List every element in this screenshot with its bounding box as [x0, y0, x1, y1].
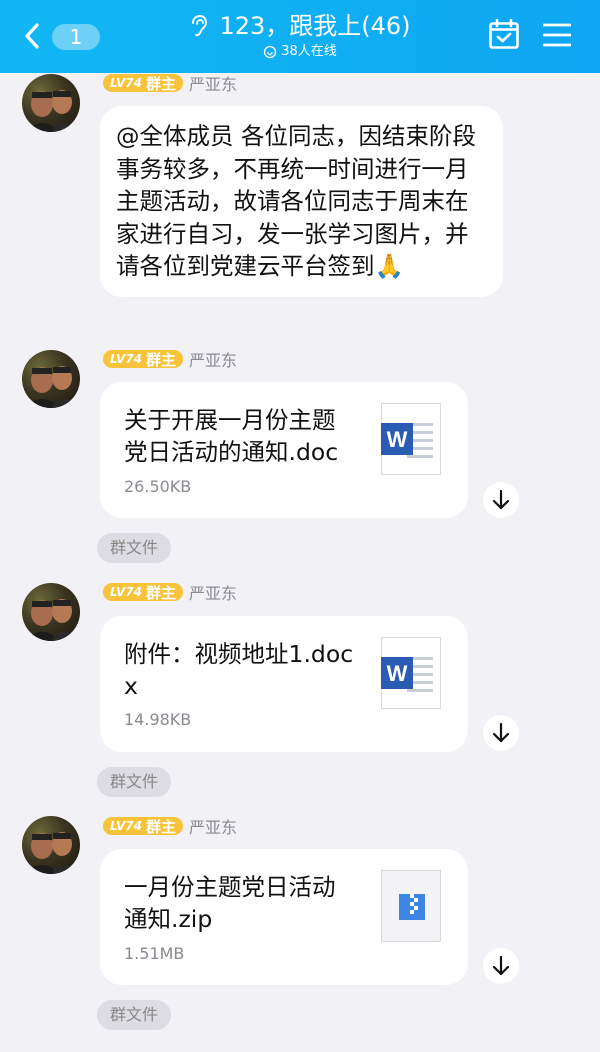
avatar[interactable] [22, 350, 80, 408]
file-size: 1.51MB [124, 944, 185, 963]
sender-name: 严亚东 [189, 584, 238, 603]
download-arrow-icon [492, 955, 510, 976]
download-button[interactable] [483, 482, 519, 518]
level-badge: LV74 群主 [103, 74, 183, 93]
group-file-tag[interactable]: 群文件 [97, 767, 172, 797]
file-name: 一月份主题党日活动通知.zip [124, 873, 336, 933]
ear-icon [192, 14, 208, 37]
menu-icon[interactable] [543, 22, 571, 48]
sender-name: 严亚东 [189, 351, 238, 370]
download-arrow-icon [492, 722, 510, 743]
online-status-icon [264, 45, 277, 59]
svg-text:W: W [387, 427, 408, 452]
file-name: 附件：视频地址1.docx [124, 640, 354, 700]
online-count: 38人在线 [281, 44, 337, 59]
avatar[interactable] [22, 583, 80, 641]
level-badge: LV74 群主 [103, 350, 183, 369]
download-button[interactable] [483, 948, 519, 984]
download-button[interactable] [483, 715, 519, 751]
file-bubble[interactable]: 附件：视频地址1.docx 14.98KB W [100, 616, 468, 752]
avatar[interactable] [22, 74, 80, 132]
zip-file-icon [381, 870, 441, 942]
word-doc-icon: W [381, 403, 441, 475]
group-title: 123，跟我上(46) [219, 12, 411, 40]
level-badge: LV74 群主 [103, 583, 183, 602]
group-file-tag[interactable]: 群文件 [97, 1000, 172, 1030]
avatar[interactable] [22, 816, 80, 874]
message-text: @全体成员 各位同志，因结束阶段事务较多，不再统一时间进行一月主题活动，故请各位… [116, 122, 476, 280]
group-file-tag[interactable]: 群文件 [97, 533, 172, 563]
word-doc-icon: W [381, 637, 441, 709]
message-bubble[interactable]: @全体成员 各位同志，因结束阶段事务较多，不再统一时间进行一月主题活动，故请各位… [100, 106, 503, 297]
file-size: 14.98KB [124, 710, 192, 729]
sender-name: 严亚东 [189, 75, 238, 94]
sender-name: 严亚东 [189, 818, 238, 837]
level-badge: LV74 群主 [103, 817, 183, 836]
file-bubble[interactable]: 关于开展一月份主题党日活动的通知.doc 26.50KB W [100, 382, 468, 518]
file-size: 26.50KB [124, 477, 192, 496]
calendar-icon[interactable] [488, 18, 520, 50]
chat-header: 1 123，跟我上(46) 38人在线 [0, 0, 600, 73]
file-bubble[interactable]: 一月份主题党日活动通知.zip 1.51MB [100, 849, 468, 985]
svg-text:W: W [387, 661, 408, 686]
download-arrow-icon [492, 489, 510, 510]
file-name: 关于开展一月份主题党日活动的通知.doc [124, 406, 339, 466]
